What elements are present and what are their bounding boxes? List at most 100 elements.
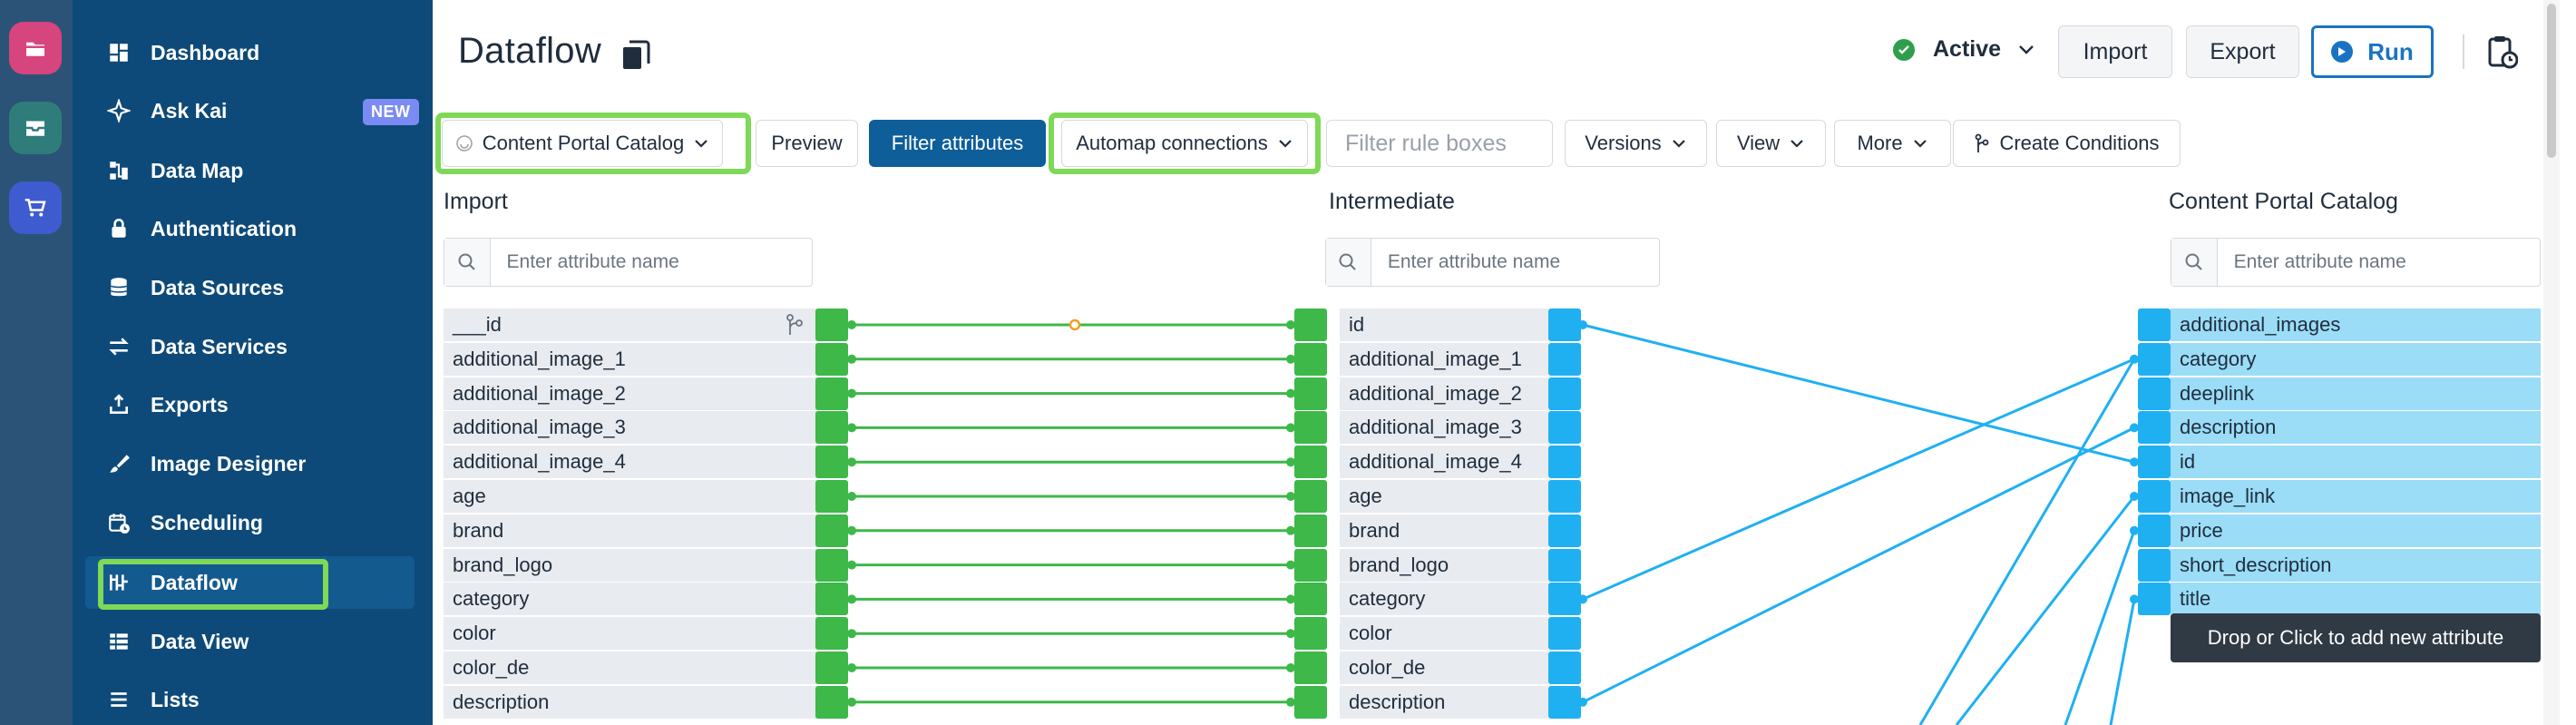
intermediate-row[interactable]: brand [1340,514,1548,547]
rail-inbox-button[interactable] [9,102,62,154]
sidebar-item-scheduling[interactable]: Scheduling [85,496,484,549]
import-connector-handle[interactable] [815,685,848,719]
intermediate-input-handle[interactable] [1294,377,1327,410]
intermediate-row[interactable]: additional_image_2 [1340,377,1548,410]
intermediate-input-handle[interactable] [1294,309,1327,341]
import-button[interactable]: Import [2058,25,2172,78]
catalog-selector[interactable]: Content Portal Catalog [442,120,723,167]
scrollbar-thumb[interactable] [2547,4,2556,158]
intermediate-output-handle[interactable] [1548,617,1581,651]
sidebar-item-ask-kai[interactable]: Ask Kai NEW [85,84,484,137]
intermediate-input-handle[interactable] [1294,446,1327,479]
intermediate-output-handle[interactable] [1548,377,1581,410]
view-dropdown[interactable]: View [1716,120,1826,167]
intermediate-row[interactable]: color_de [1340,652,1548,684]
import-row[interactable]: additional_image_3 [444,411,825,445]
filter-attributes-button[interactable]: Filter attributes [869,120,1046,167]
target-input-handle[interactable] [2138,309,2171,341]
sidebar-item-data-view[interactable]: Data View [85,615,484,668]
import-row[interactable]: category [444,583,825,616]
target-row[interactable]: deeplink [2171,377,2541,410]
target-row[interactable]: category [2171,342,2541,376]
target-row[interactable]: price [2171,514,2541,547]
import-row[interactable]: description [444,685,825,719]
intermediate-input-handle[interactable] [1294,617,1327,651]
import-row[interactable]: ___id [444,309,825,341]
scrollbar[interactable] [2543,0,2560,725]
target-search-input[interactable] [2217,239,2540,286]
target-input-handle[interactable] [2138,377,2171,410]
intermediate-row[interactable]: additional_image_1 [1340,342,1548,376]
intermediate-search-input[interactable] [1371,239,1659,286]
target-input-handle[interactable] [2138,446,2171,479]
sidebar-item-lists[interactable]: Lists [85,673,484,725]
more-dropdown[interactable]: More [1834,120,1951,167]
import-row[interactable]: brand_logo [444,548,825,582]
automap-selector[interactable]: Automap connections [1061,120,1308,167]
import-connector-handle[interactable] [815,548,848,582]
target-row[interactable]: short_description [2171,548,2541,582]
import-row[interactable]: color_de [444,652,825,684]
target-row[interactable]: image_link [2171,480,2541,513]
intermediate-output-handle[interactable] [1548,480,1581,513]
intermediate-input-handle[interactable] [1294,480,1327,513]
target-row[interactable]: additional_images [2171,309,2541,341]
sidebar-item-dashboard[interactable]: Dashboard [85,26,484,79]
target-input-handle[interactable] [2138,411,2171,445]
filter-rule-input[interactable] [1326,120,1553,167]
rail-folder-button[interactable] [9,22,62,74]
import-connector-handle[interactable] [815,617,848,651]
intermediate-output-handle[interactable] [1548,342,1581,376]
status-selector[interactable]: Active [1893,36,2035,63]
sidebar-item-dataflow[interactable]: Dataflow [85,556,415,610]
import-row[interactable]: additional_image_4 [444,446,825,479]
intermediate-input-handle[interactable] [1294,342,1327,376]
intermediate-input-handle[interactable] [1294,652,1327,684]
sidebar-item-authentication[interactable]: Authentication [85,202,484,255]
intermediate-row[interactable]: color [1340,617,1548,651]
sidebar-item-image-designer[interactable]: Image Designer [85,437,484,490]
run-button[interactable]: Run [2311,25,2434,78]
target-input-handle[interactable] [2138,548,2171,582]
intermediate-output-handle[interactable] [1548,514,1581,547]
target-input-handle[interactable] [2138,514,2171,547]
target-row[interactable]: description [2171,411,2541,445]
intermediate-input-handle[interactable] [1294,548,1327,582]
versions-dropdown[interactable]: Versions [1565,120,1707,167]
branch-icon[interactable] [785,313,805,337]
import-row[interactable]: age [444,480,825,513]
intermediate-input-handle[interactable] [1294,685,1327,719]
import-row[interactable]: additional_image_2 [444,377,825,410]
intermediate-row[interactable]: id [1340,309,1548,341]
intermediate-output-handle[interactable] [1548,309,1581,341]
import-row[interactable]: additional_image_1 [444,342,825,376]
import-connector-handle[interactable] [815,652,848,684]
import-row[interactable]: color [444,617,825,651]
target-input-handle[interactable] [2138,342,2171,376]
sidebar-item-data-services[interactable]: Data Services [85,320,484,373]
target-row[interactable]: id [2171,446,2541,479]
create-conditions-button[interactable]: Create Conditions [1953,120,2181,167]
import-connector-handle[interactable] [815,411,848,445]
intermediate-output-handle[interactable] [1548,548,1581,582]
intermediate-row[interactable]: brand_logo [1340,548,1548,582]
target-input-handle[interactable] [2138,480,2171,513]
export-button[interactable]: Export [2186,25,2299,78]
sidebar-item-data-map[interactable]: Data Map [85,144,484,197]
target-input-handle[interactable] [2138,583,2171,616]
preview-button[interactable]: Preview [756,120,858,167]
intermediate-output-handle[interactable] [1548,583,1581,616]
sidebar-item-exports[interactable]: Exports [85,378,484,431]
clipboard-clock-icon[interactable] [2487,34,2518,69]
target-row[interactable]: title [2171,583,2541,616]
intermediate-row[interactable]: description [1340,685,1548,719]
import-connector-handle[interactable] [815,480,848,513]
import-row[interactable]: brand [444,514,825,547]
intermediate-row[interactable]: additional_image_3 [1340,411,1548,445]
import-search-input[interactable] [490,239,812,286]
import-connector-handle[interactable] [815,583,848,616]
intermediate-output-handle[interactable] [1548,652,1581,684]
rail-cart-button[interactable] [9,181,62,234]
copy-icon[interactable] [621,40,650,71]
intermediate-row[interactable]: age [1340,480,1548,513]
